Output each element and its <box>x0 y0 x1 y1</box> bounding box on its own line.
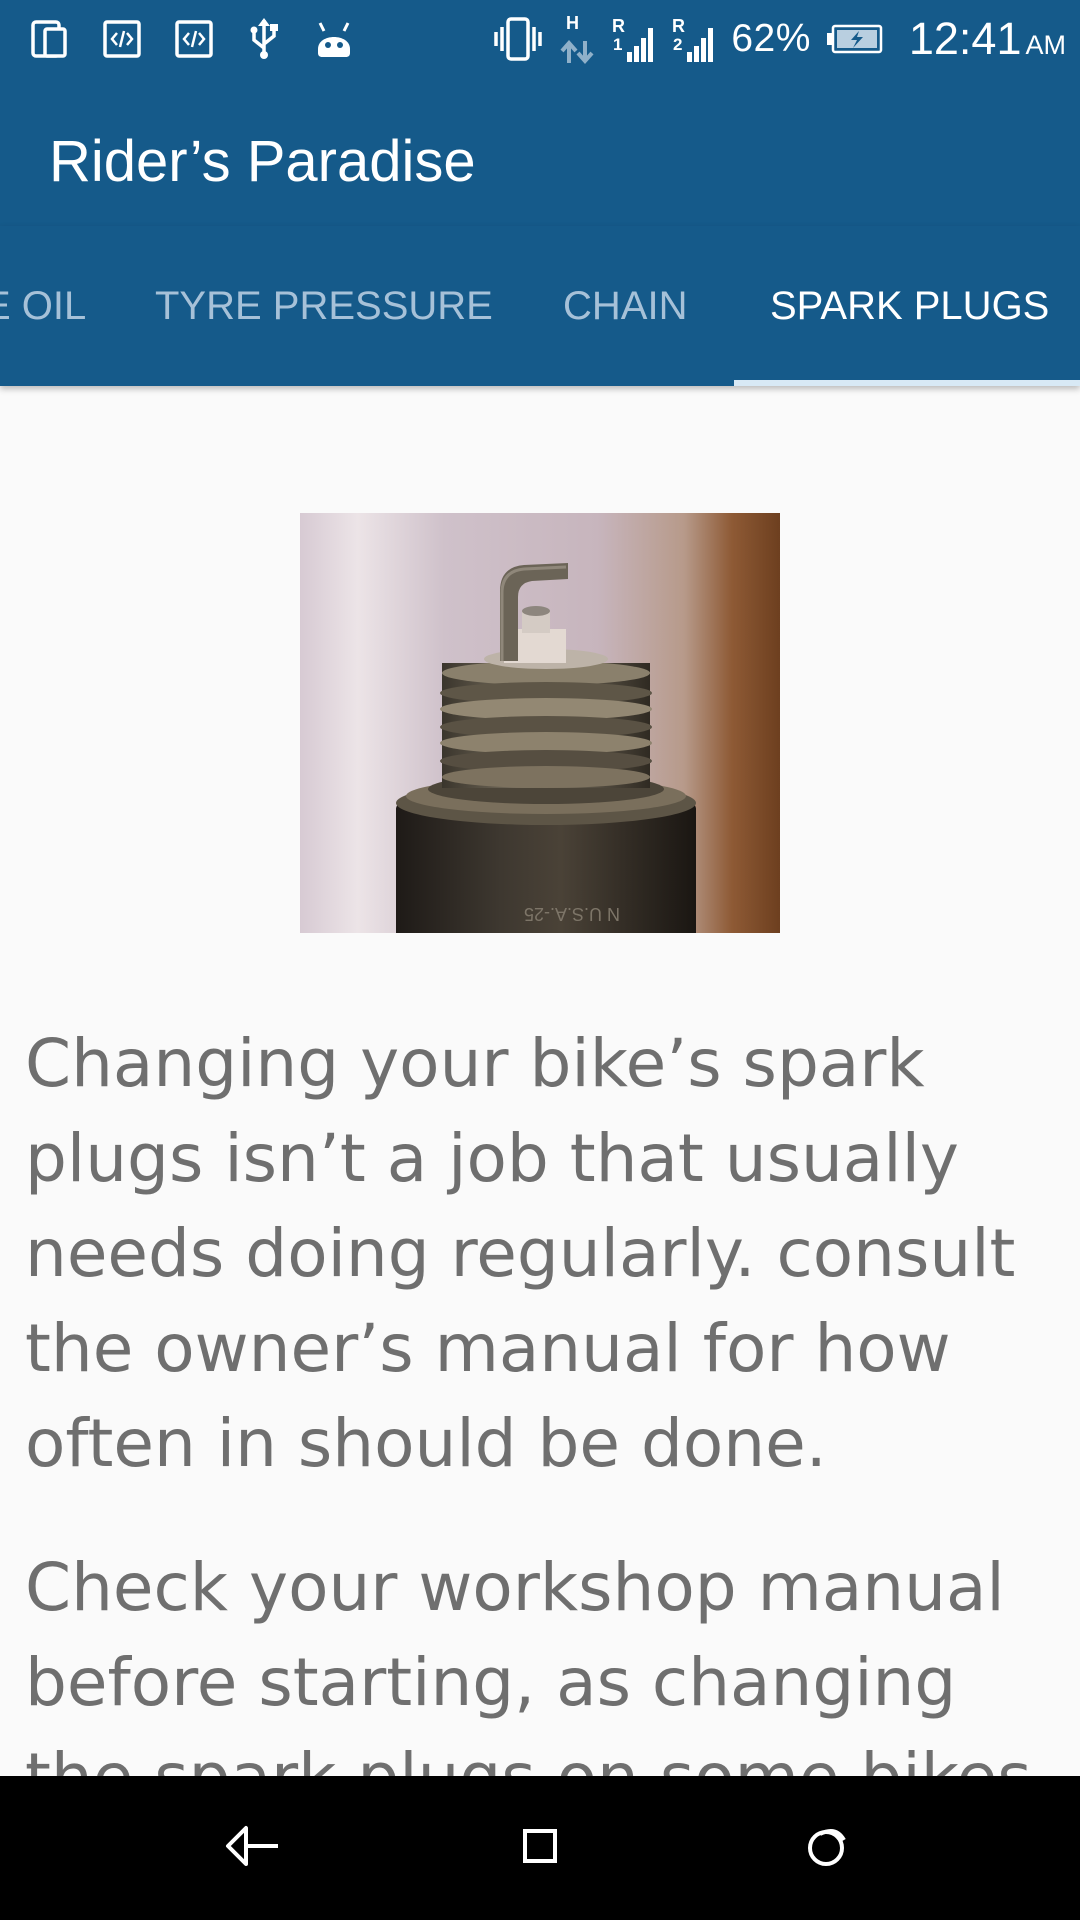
vibrate-icon <box>493 15 543 63</box>
app-bar: Rider’s Paradise <box>0 78 1080 226</box>
system-icons: H R 1 R 2 62% 12:41 AM <box>493 10 1066 68</box>
notification-icons <box>30 16 354 62</box>
clock-ampm: AM <box>1025 30 1067 60</box>
code-icon <box>102 19 142 59</box>
content-area[interactable]: N U.S.A.-25 Changing your bike’s spark p… <box>0 386 1080 1776</box>
svg-text:1: 1 <box>613 35 622 54</box>
stamp-text: N U.S.A.-25 <box>524 904 620 924</box>
tab-spark-plugs[interactable]: SPARK PLUGS <box>770 226 1049 386</box>
usb-icon <box>246 18 282 60</box>
signal-sim1-icon: R 1 <box>611 14 657 64</box>
back-button[interactable] <box>210 1806 294 1890</box>
clock-time: 12:41 <box>908 13 1022 64</box>
back-icon <box>222 1824 282 1873</box>
svg-text:R: R <box>672 16 685 36</box>
clock: 12:41 AM <box>909 13 1066 65</box>
data-transfer-icon: H <box>557 11 597 67</box>
paragraph-2: Check your workshop manual before starti… <box>25 1549 1032 1776</box>
svg-text:H: H <box>566 13 579 33</box>
home-icon <box>522 1828 558 1869</box>
paragraph-1: Changing your bike’s spark plugs isn’t a… <box>25 1025 1016 1482</box>
battery-charging-icon <box>825 23 885 55</box>
svg-text:2: 2 <box>673 35 682 54</box>
active-tab-indicator <box>734 380 1080 386</box>
android-icon <box>314 19 354 59</box>
tab-bar: E OIL TYRE PRESSURE CHAIN SPARK PLUGS <box>0 226 1080 386</box>
tab-chain[interactable]: CHAIN <box>563 226 687 386</box>
code-icon <box>174 19 214 59</box>
tab-tyre-pressure[interactable]: TYRE PRESSURE <box>155 226 493 386</box>
navigation-bar <box>0 1776 1080 1920</box>
spark-plug-photo: N U.S.A.-25 <box>300 513 780 933</box>
phone-icon <box>30 19 70 59</box>
status-bar: H R 1 R 2 62% 12:41 AM <box>0 0 1080 78</box>
tab-engine-oil[interactable]: E OIL <box>0 226 86 386</box>
home-button[interactable] <box>498 1806 582 1890</box>
battery-percent: 62% <box>731 17 811 60</box>
recents-icon <box>806 1824 850 1873</box>
recents-button[interactable] <box>786 1806 870 1890</box>
app-title: Rider’s Paradise <box>49 129 476 194</box>
svg-text:R: R <box>612 16 625 36</box>
signal-sim2-icon: R 2 <box>671 14 717 64</box>
